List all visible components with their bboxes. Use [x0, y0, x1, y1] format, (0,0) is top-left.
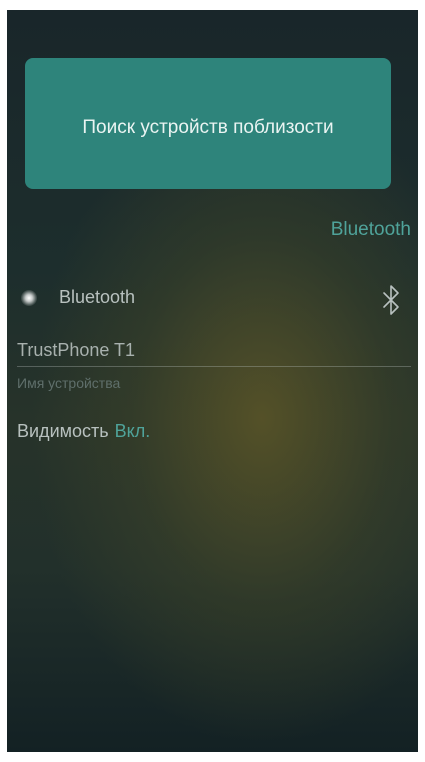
- visibility-value: Вкл.: [114, 421, 151, 441]
- visibility-setting[interactable]: Видимость Вкл.: [17, 421, 150, 442]
- divider: [17, 366, 411, 367]
- device-name-field[interactable]: TrustPhone T1: [17, 340, 135, 361]
- bluetooth-settings-screen: Поиск устройств поблизости Bluetooth Blu…: [7, 10, 418, 752]
- bluetooth-status-indicator: [21, 290, 37, 306]
- scan-nearby-devices-label: Поиск устройств поблизости: [82, 116, 334, 138]
- section-title: Bluetooth: [330, 219, 411, 240]
- bluetooth-icon[interactable]: [378, 284, 404, 316]
- bluetooth-toggle-row[interactable]: Bluetooth: [7, 284, 418, 316]
- bluetooth-label: Bluetooth: [59, 287, 136, 307]
- scan-nearby-devices-button[interactable]: Поиск устройств поблизости: [25, 58, 391, 189]
- device-name-caption: Имя устройства: [17, 375, 121, 391]
- visibility-label: Видимость: [17, 421, 109, 441]
